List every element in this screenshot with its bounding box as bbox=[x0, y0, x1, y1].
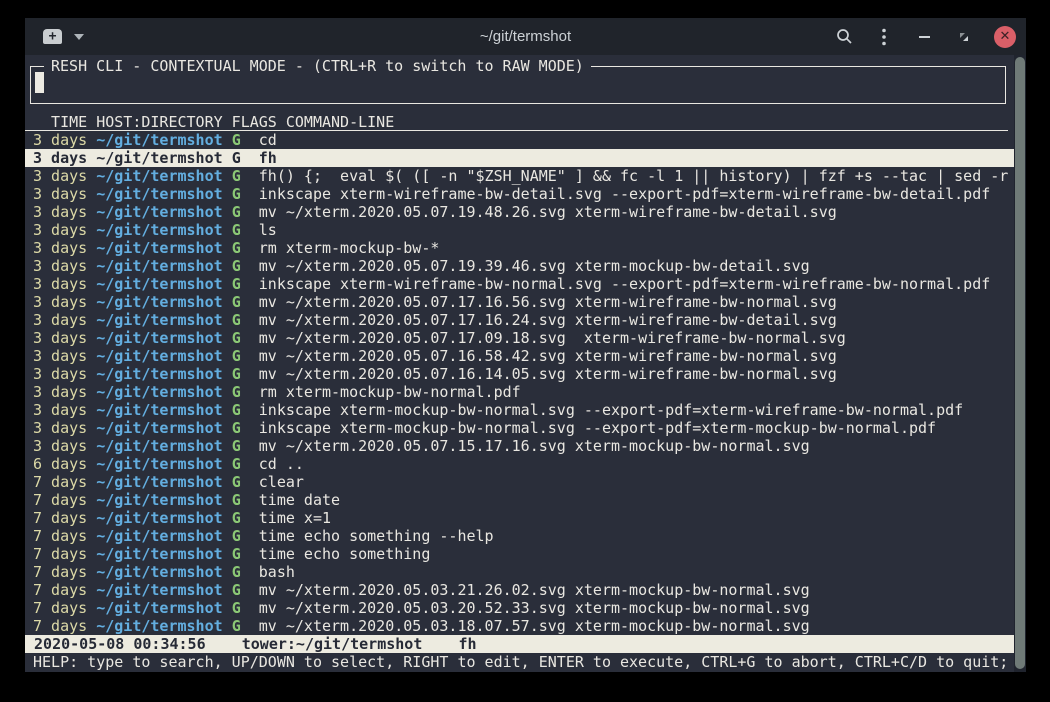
history-row[interactable]: 7 days ~/git/termshot G mv ~/xterm.2020.… bbox=[25, 581, 1014, 599]
history-row[interactable]: 3 days ~/git/termshot G mv ~/xterm.2020.… bbox=[25, 347, 1014, 365]
close-button[interactable]: ✕ bbox=[994, 26, 1016, 48]
minimize-button[interactable] bbox=[914, 27, 934, 47]
history-row[interactable]: 7 days ~/git/termshot G time echo someth… bbox=[25, 527, 1014, 545]
history-row[interactable]: 7 days ~/git/termshot G bash bbox=[25, 563, 1014, 581]
history-row[interactable]: 3 days ~/git/termshot G rm xterm-mockup-… bbox=[25, 383, 1014, 401]
history-row[interactable]: 3 days ~/git/termshot G cd bbox=[25, 131, 1014, 149]
history-row[interactable]: 3 days ~/git/termshot G mv ~/xterm.2020.… bbox=[25, 311, 1014, 329]
titlebar: ~/git/termshot ✕ bbox=[25, 18, 1026, 55]
history-row[interactable]: 3 days ~/git/termshot G inkscape xterm-m… bbox=[25, 419, 1014, 437]
status-bar: 2020-05-08 00:34:56 tower:~/git/termshot… bbox=[25, 635, 1014, 653]
search-box-title: RESH CLI - CONTEXTUAL MODE - (CTRL+R to … bbox=[44, 57, 591, 75]
history-row[interactable]: 3 days ~/git/termshot G fh bbox=[25, 149, 1014, 167]
search-box[interactable]: RESH CLI - CONTEXTUAL MODE - (CTRL+R to … bbox=[30, 66, 1006, 104]
help-line: HELP: type to search, UP/DOWN to select,… bbox=[25, 653, 1014, 671]
history-row[interactable]: 6 days ~/git/termshot G cd .. bbox=[25, 455, 1014, 473]
history-row[interactable]: 3 days ~/git/termshot G mv ~/xterm.2020.… bbox=[25, 203, 1014, 221]
history-row[interactable]: 3 days ~/git/termshot G rm xterm-mockup-… bbox=[25, 239, 1014, 257]
history-table-header: TIME HOST:DIRECTORY FLAGS COMMAND-LINE bbox=[25, 113, 1008, 131]
scrollbar-thumb[interactable] bbox=[1015, 57, 1025, 669]
history-row[interactable]: 3 days ~/git/termshot G mv ~/xterm.2020.… bbox=[25, 365, 1014, 383]
scrollbar-track[interactable] bbox=[1014, 55, 1026, 672]
history-list: 3 days ~/git/termshot G cd3 days ~/git/t… bbox=[25, 131, 1014, 635]
history-row[interactable]: 7 days ~/git/termshot G time x=1 bbox=[25, 509, 1014, 527]
history-row[interactable]: 3 days ~/git/termshot G ls bbox=[25, 221, 1014, 239]
history-row[interactable]: 7 days ~/git/termshot G clear bbox=[25, 473, 1014, 491]
history-row[interactable]: 3 days ~/git/termshot G inkscape xterm-w… bbox=[25, 275, 1014, 293]
history-row[interactable]: 3 days ~/git/termshot G mv ~/xterm.2020.… bbox=[25, 293, 1014, 311]
menu-kebab-icon[interactable] bbox=[874, 27, 894, 47]
history-row[interactable]: 7 days ~/git/termshot G time date bbox=[25, 491, 1014, 509]
history-row[interactable]: 3 days ~/git/termshot G mv ~/xterm.2020.… bbox=[25, 437, 1014, 455]
history-row[interactable]: 3 days ~/git/termshot G inkscape xterm-m… bbox=[25, 401, 1014, 419]
terminal-screen: RESH CLI - CONTEXTUAL MODE - (CTRL+R to … bbox=[25, 55, 1026, 672]
history-row[interactable]: 7 days ~/git/termshot G time echo someth… bbox=[25, 545, 1014, 563]
history-row[interactable]: 7 days ~/git/termshot G mv ~/xterm.2020.… bbox=[25, 599, 1014, 617]
restore-button[interactable] bbox=[954, 27, 974, 47]
close-icon: ✕ bbox=[1000, 30, 1011, 43]
history-row[interactable]: 7 days ~/git/termshot G mv ~/xterm.2020.… bbox=[25, 617, 1014, 635]
search-icon[interactable] bbox=[834, 27, 854, 47]
history-row[interactable]: 3 days ~/git/termshot G inkscape xterm-w… bbox=[25, 185, 1014, 203]
history-row[interactable]: 3 days ~/git/termshot G mv ~/xterm.2020.… bbox=[25, 257, 1014, 275]
history-row[interactable]: 3 days ~/git/termshot G mv ~/xterm.2020.… bbox=[25, 329, 1014, 347]
history-row[interactable]: 3 days ~/git/termshot G fh() {; eval $( … bbox=[25, 167, 1014, 185]
text-cursor bbox=[35, 72, 44, 93]
terminal-window: ~/git/termshot ✕ RESH CLI - CONTEXTUAL M… bbox=[25, 18, 1026, 672]
